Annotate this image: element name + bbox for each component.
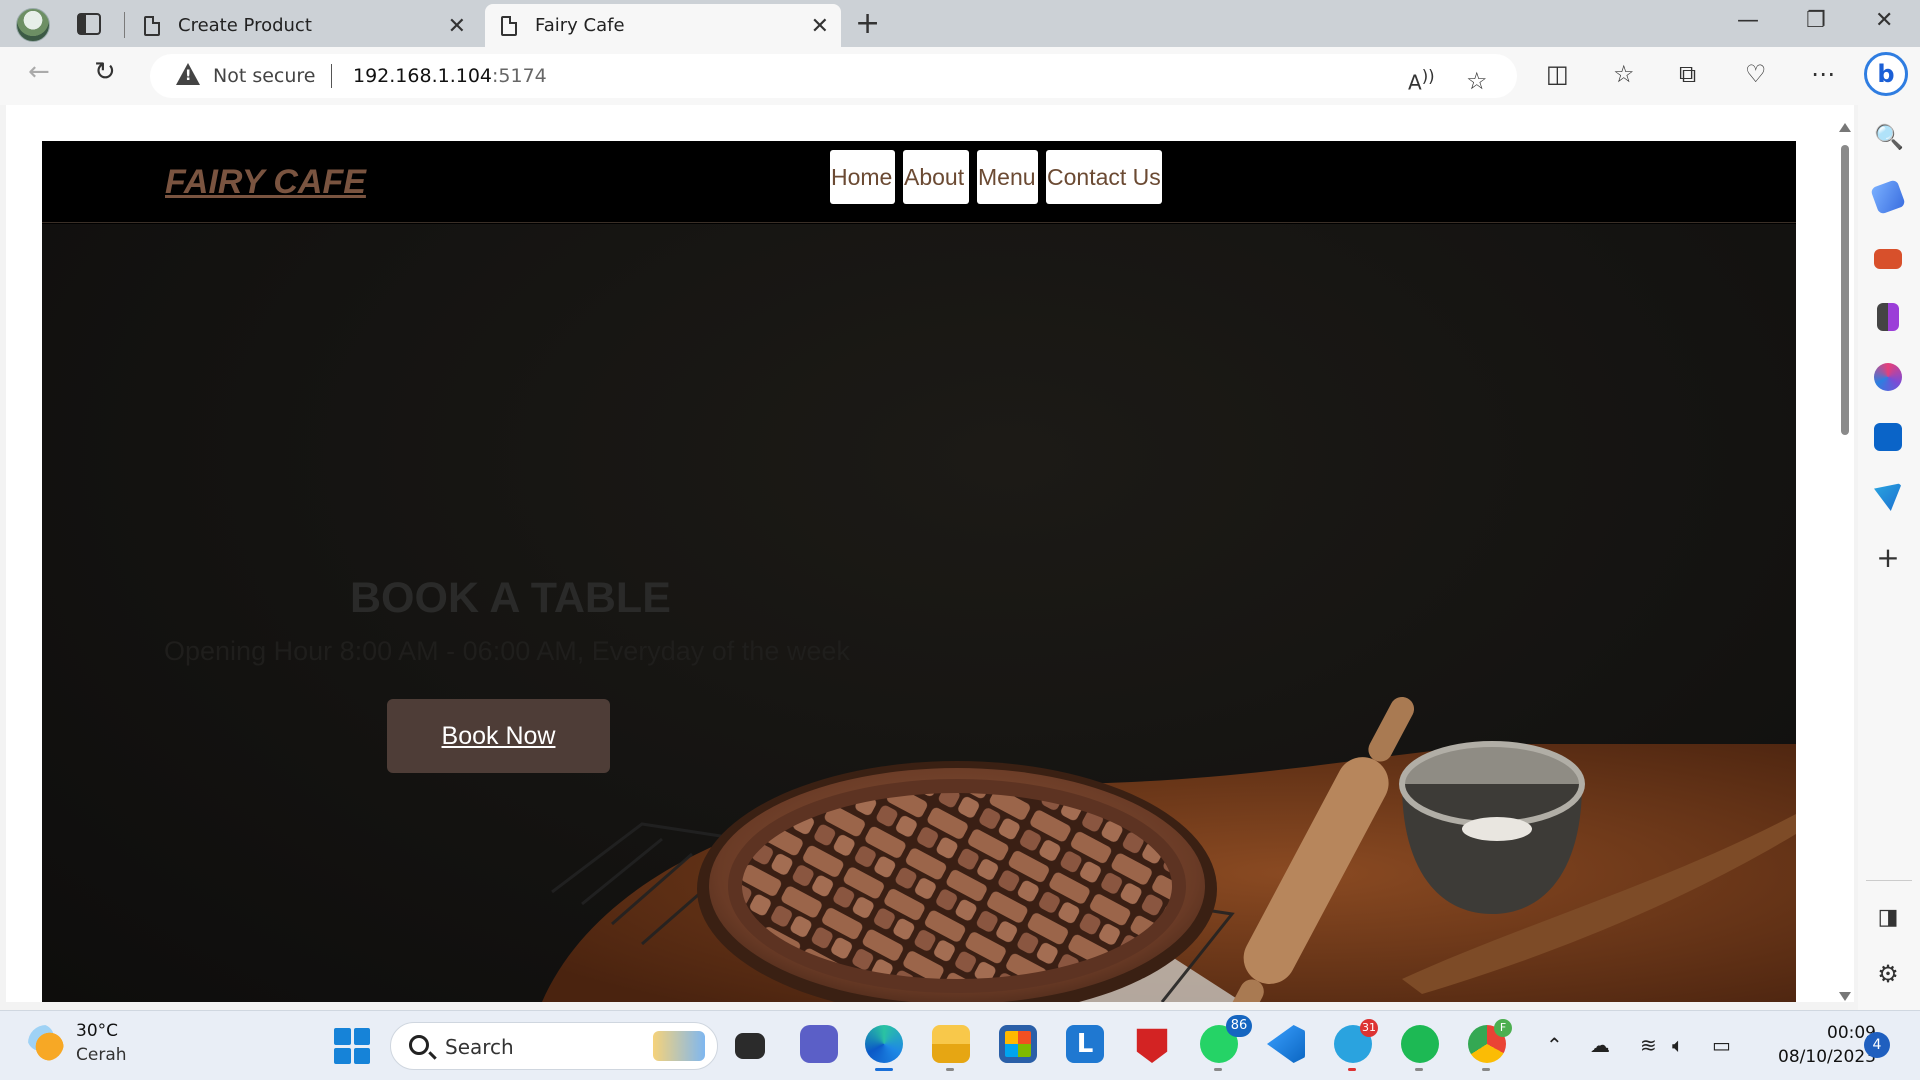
hero-section: BOOK A TABLE Opening Hour 8:00 AM - 06:0… (42, 224, 1796, 1002)
book-now-button[interactable]: Book Now (387, 699, 610, 773)
show-hidden-icons-icon[interactable]: ⌃ (1546, 1033, 1563, 1057)
search-icon[interactable]: 🔍 (1874, 123, 1904, 151)
settings-gear-icon[interactable]: ⚙ (1874, 960, 1902, 988)
bing-copilot-icon[interactable]: b (1864, 52, 1908, 96)
hide-sidebar-icon[interactable]: ◨ (1874, 905, 1902, 933)
nav-about[interactable]: About (903, 150, 969, 204)
search-label: Search (445, 1035, 514, 1059)
pie-photo (542, 696, 1796, 1002)
screen: Create Product ✕ Fairy Cafe ✕ + — ❐ ✕ ← … (0, 0, 1920, 1080)
outlook-icon[interactable] (1874, 423, 1902, 451)
profile-avatar-icon[interactable] (16, 8, 50, 42)
volume-icon[interactable]: 🔈︎ (1672, 1033, 1684, 1057)
tab-fairy-cafe[interactable]: Fairy Cafe ✕ (485, 4, 841, 47)
windows-taskbar: 30°C Cerah Search L 86 31 F ⌃ ☁ ≋ 🔈︎ ▭ 0… (0, 1010, 1920, 1080)
fairy-cafe-page: FAIRY CAFE Home About Menu Contact Us BO… (42, 141, 1796, 1002)
windows-start-icon[interactable] (334, 1028, 370, 1064)
back-icon[interactable]: ← (28, 57, 50, 87)
hero-heading: BOOK A TABLE (350, 574, 671, 622)
file-explorer-icon[interactable] (932, 1025, 970, 1071)
tab-separator (124, 12, 125, 38)
edge-icon[interactable] (865, 1025, 903, 1071)
microsoft-365-icon[interactable] (1874, 363, 1902, 391)
tab-title: Fairy Cafe (535, 15, 625, 36)
weather-condition[interactable]: Cerah (76, 1045, 127, 1065)
whatsapp-badge: 86 (1226, 1015, 1252, 1037)
address-bar[interactable]: Not secure 192.168.1.104:5174 A)) ☆ (150, 54, 1517, 98)
opening-hours-text: Opening Hour 8:00 AM - 06:00 AM, Everyda… (164, 636, 850, 666)
close-tab-icon[interactable]: ✕ (811, 14, 829, 39)
page-scrollbar[interactable] (1836, 115, 1854, 1002)
scroll-up-icon[interactable] (1839, 123, 1851, 132)
split-screen-icon[interactable]: ◫ (1546, 60, 1569, 88)
site-header: FAIRY CAFE Home About Menu Contact Us (42, 141, 1796, 223)
telegram-icon[interactable]: 31 (1334, 1019, 1378, 1071)
wifi-icon[interactable]: ≋ (1640, 1033, 1657, 1057)
notification-count-badge[interactable]: 4 (1864, 1032, 1890, 1058)
url-port: :5174 (492, 65, 547, 87)
battery-icon[interactable]: ▭ (1712, 1033, 1731, 1057)
edge-sidebar: 🔍 + ◨ ⚙ (1858, 105, 1920, 1010)
url-host: 192.168.1.104 (353, 65, 493, 87)
favorite-star-icon[interactable]: ☆ (1466, 67, 1488, 95)
page-viewport: FAIRY CAFE Home About Menu Contact Us BO… (6, 105, 1854, 1002)
spotify-icon[interactable] (1401, 1025, 1439, 1071)
vscode-icon[interactable] (1267, 1025, 1305, 1063)
site-logo[interactable]: FAIRY CAFE (165, 163, 366, 202)
shopping-tag-icon[interactable] (1870, 179, 1906, 215)
onedrive-icon[interactable]: ☁ (1590, 1033, 1610, 1057)
games-icon[interactable] (1877, 303, 1899, 331)
new-tab-icon[interactable]: + (855, 6, 880, 41)
mcafee-icon[interactable] (1136, 1028, 1168, 1063)
tab-title: Create Product (178, 15, 312, 36)
whatsapp-icon[interactable]: 86 (1200, 1015, 1252, 1071)
tab-actions-icon[interactable] (76, 12, 102, 36)
search-icon (409, 1035, 429, 1055)
collections-icon[interactable]: ⧉ (1679, 60, 1696, 88)
system-clock[interactable]: 00:09 08/10/2023 (1756, 1021, 1876, 1069)
security-label[interactable]: Not secure (213, 65, 316, 87)
search-highlight-icon (653, 1031, 705, 1061)
page-icon (501, 15, 517, 36)
restore-icon[interactable]: ❐ (1806, 8, 1826, 33)
close-tab-icon[interactable]: ✕ (448, 14, 466, 39)
tools-icon[interactable] (1874, 249, 1902, 269)
tab-strip: Create Product ✕ Fairy Cafe ✕ + — ❐ ✕ (0, 0, 1920, 47)
close-window-icon[interactable]: ✕ (1875, 8, 1893, 33)
tab-create-product[interactable]: Create Product ✕ (128, 4, 478, 47)
temperature[interactable]: 30°C (76, 1021, 118, 1041)
clock-date: 08/10/2023 (1778, 1047, 1876, 1067)
launcher-l-icon[interactable]: L (1066, 1025, 1104, 1063)
minimize-icon[interactable]: — (1737, 8, 1759, 33)
scroll-down-icon[interactable] (1839, 992, 1851, 1001)
browser-toolbar: ← ↻ Not secure 192.168.1.104:5174 A)) ☆ … (0, 47, 1920, 105)
teams-chat-icon[interactable] (800, 1025, 838, 1063)
read-aloud-icon[interactable]: A)) (1408, 67, 1435, 95)
task-view-icon[interactable] (735, 1033, 765, 1059)
nav-contact-us[interactable]: Contact Us (1046, 150, 1162, 204)
microsoft-store-icon[interactable] (999, 1025, 1037, 1063)
url-text[interactable]: 192.168.1.104:5174 (353, 65, 547, 87)
nav-menu[interactable]: Menu (977, 150, 1038, 204)
page-icon (144, 15, 160, 36)
more-options-icon[interactable]: ⋯ (1811, 60, 1835, 88)
drop-icon[interactable] (1874, 483, 1902, 511)
taskbar-search[interactable]: Search (390, 1022, 718, 1070)
favorites-icon[interactable]: ☆ (1613, 60, 1635, 88)
refresh-icon[interactable]: ↻ (94, 57, 116, 87)
address-separator (331, 64, 332, 88)
telegram-badge: 31 (1360, 1019, 1378, 1037)
chrome-profile-badge: F (1494, 1019, 1512, 1037)
chrome-icon[interactable]: F (1468, 1019, 1512, 1071)
clock-time: 00:09 (1827, 1023, 1876, 1043)
warning-icon (176, 63, 200, 85)
weather-icon[interactable] (28, 1025, 64, 1061)
browser-essentials-icon[interactable]: ♡ (1745, 60, 1767, 88)
sidebar-divider (1866, 880, 1912, 881)
nav-home[interactable]: Home (830, 150, 895, 204)
scroll-thumb[interactable] (1841, 145, 1849, 435)
site-nav: Home About Menu Contact Us (830, 150, 1162, 204)
add-sidebar-icon[interactable]: + (1874, 544, 1902, 575)
